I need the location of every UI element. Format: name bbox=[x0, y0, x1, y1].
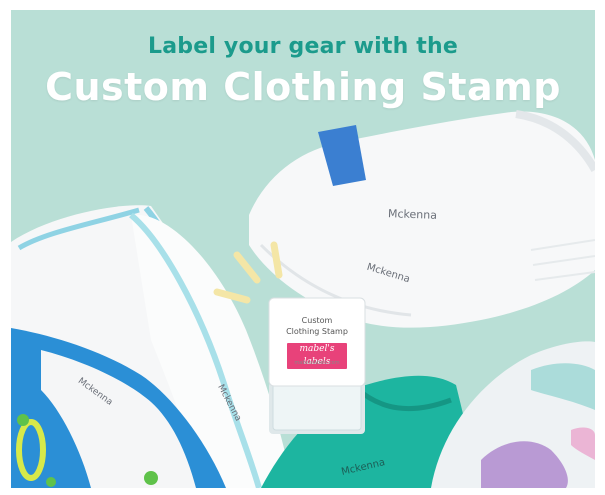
headline-line-2: Custom Clothing Stamp bbox=[45, 65, 561, 109]
stamp-clear-base bbox=[272, 381, 362, 431]
headline-line-1: Label your gear with the bbox=[148, 34, 458, 59]
frog-print-3 bbox=[46, 477, 56, 487]
sock-label-top: Mckenna bbox=[387, 207, 438, 222]
stamp-title-line-2: Clothing Stamp bbox=[286, 327, 348, 336]
photo-scene: Label your gear with the Custom Clothing… bbox=[11, 10, 595, 488]
frog-print-2 bbox=[144, 471, 158, 485]
frog-print-1 bbox=[17, 414, 29, 426]
stamp-url: mabelslabels.com bbox=[294, 360, 340, 366]
highlight-stroke-2 bbox=[270, 241, 283, 279]
stamp-white-top bbox=[268, 297, 366, 387]
stamp-title-line-1: Custom bbox=[301, 316, 333, 325]
